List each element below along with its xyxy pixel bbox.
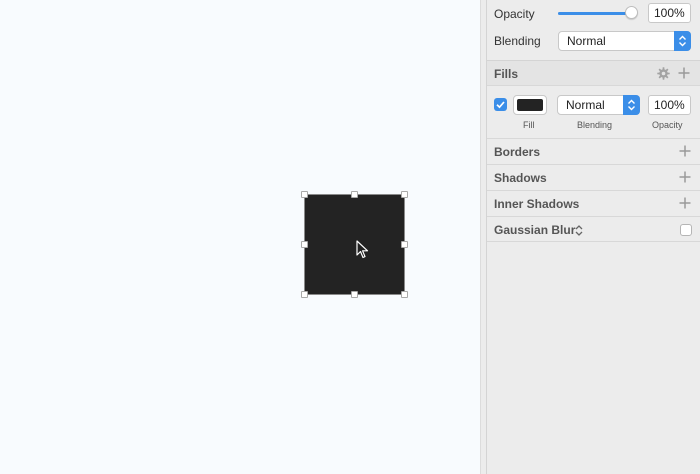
fill-blending-select[interactable]: Normal — [557, 95, 640, 115]
fill-color-swatch-color — [517, 99, 543, 111]
chevron-updown-icon[interactable] — [575, 225, 583, 236]
blending-select-value: Normal — [567, 34, 606, 48]
gaussian-blur-checkbox[interactable] — [680, 224, 692, 236]
gear-icon[interactable] — [657, 67, 670, 80]
resize-handle-bottom-left[interactable] — [301, 291, 308, 298]
fill-entry: Normal 100% Fill Blending Opacity — [487, 86, 700, 138]
checkmark-icon — [496, 101, 505, 109]
gaussian-blur-title: Gaussian Blur — [494, 223, 576, 237]
gaussian-blur-section[interactable]: Gaussian Blur — [487, 216, 700, 242]
resize-handle-top-left[interactable] — [301, 191, 308, 198]
resize-handle-bottom-center[interactable] — [351, 291, 358, 298]
inner-shadows-title: Inner Shadows — [494, 197, 580, 211]
inspector-panel: Opacity 100% Blending Normal Fills Norma… — [487, 0, 700, 474]
opacity-label: Opacity — [494, 7, 535, 21]
plus-icon[interactable] — [679, 145, 691, 157]
opacity-slider-fill — [558, 12, 632, 15]
resize-handle-middle-right[interactable] — [401, 241, 408, 248]
inner-shadows-section[interactable]: Inner Shadows — [487, 190, 700, 216]
layer-opacity-row: Opacity 100% — [487, 0, 700, 26]
resize-handle-bottom-right[interactable] — [401, 291, 408, 298]
resize-handle-middle-left[interactable] — [301, 241, 308, 248]
plus-icon[interactable] — [678, 67, 690, 79]
resize-handle-top-center[interactable] — [351, 191, 358, 198]
opacity-sublabel: Opacity — [652, 120, 683, 130]
fill-sublabel: Fill — [523, 120, 535, 130]
opacity-field[interactable]: 100% — [648, 3, 691, 23]
plus-icon[interactable] — [679, 197, 691, 209]
blending-select[interactable]: Normal — [558, 31, 691, 51]
blending-sublabel: Blending — [577, 120, 613, 130]
panel-divider[interactable] — [480, 0, 487, 474]
fill-blending-value: Normal — [566, 98, 605, 112]
opacity-slider[interactable] — [558, 6, 640, 20]
fill-enabled-checkbox[interactable] — [494, 98, 507, 111]
fills-title: Fills — [494, 67, 519, 81]
plus-icon[interactable] — [679, 171, 691, 183]
design-canvas[interactable] — [0, 0, 480, 474]
chevron-updown-icon — [674, 31, 691, 51]
blending-label: Blending — [494, 34, 541, 48]
shadows-section[interactable]: Shadows — [487, 164, 700, 190]
borders-title: Borders — [494, 145, 541, 159]
selected-rectangle[interactable] — [304, 194, 405, 295]
resize-handle-top-right[interactable] — [401, 191, 408, 198]
fills-section-header: Fills — [487, 60, 700, 86]
fill-color-swatch[interactable] — [513, 95, 547, 115]
shadows-title: Shadows — [494, 171, 547, 185]
borders-section[interactable]: Borders — [487, 138, 700, 164]
cursor-icon — [356, 240, 369, 259]
chevron-updown-icon — [623, 95, 640, 115]
layer-blending-row: Blending Normal — [487, 26, 700, 60]
fill-opacity-field[interactable]: 100% — [648, 95, 691, 115]
opacity-slider-knob[interactable] — [625, 6, 638, 19]
